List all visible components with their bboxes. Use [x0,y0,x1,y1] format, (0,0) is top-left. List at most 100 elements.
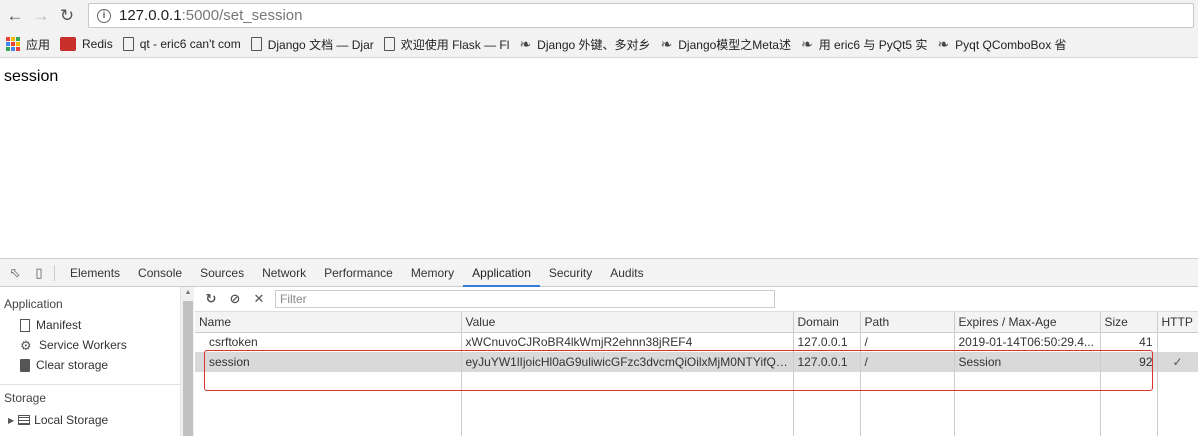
tab-performance[interactable]: Performance [315,259,402,287]
q-icon: ❧ [800,35,813,52]
bookmark-django-fk[interactable]: ❧ Django 外键、多对乡 [519,36,650,53]
bookmark-redis[interactable]: Redis [60,37,113,51]
table-icon [18,415,31,425]
sidebar-item-label: Manifest [36,318,82,332]
info-icon[interactable]: i [97,8,111,23]
sidebar-item-label: Local Storage [34,413,109,427]
sidebar-section-application: Application [4,297,63,311]
cell-size: 41 [1100,332,1158,352]
tab-security[interactable]: Security [540,259,601,287]
scroll-up-icon[interactable]: ▲ [181,287,195,299]
bookmark-label: 应用 [26,37,51,52]
cell-size: 92 [1100,352,1158,372]
scrollbar-thumb[interactable] [183,301,193,436]
table-row[interactable]: session eyJuYW1lIjoicHl0aG9uliwicGFzc3dv… [195,352,1198,372]
bookmark-django-meta[interactable]: ❧ Django模型之Meta述 [661,36,791,53]
expand-triangle-icon[interactable]: ▶ [8,416,14,425]
inspect-element-icon[interactable]: ⬁ [6,264,24,282]
sidebar-item-service-workers[interactable]: ⚙ Service Workers [0,335,180,355]
devtools-tabbar: ⬁ ▯ Elements Console Sources Network Per… [0,258,1198,287]
sidebar-item-manifest[interactable]: Manifest [0,315,180,335]
column-header-path[interactable]: Path [860,312,955,333]
column-header-size[interactable]: Size [1100,312,1158,333]
column-header-http[interactable]: HTTP [1157,312,1198,333]
cookies-pane: ↻ ⊘ ✕ Name Value Domain Path Expires / M… [195,287,1198,436]
doc-icon [383,37,395,51]
trash-icon [20,358,30,372]
tab-application[interactable]: Application [463,258,540,287]
delete-selected-icon[interactable]: ✕ [251,291,267,307]
bookmarks-bar: 应用 Redis qt - eric6 can't com Django 文档 … [0,31,1198,58]
doc-icon [250,37,262,51]
bookmark-label: Django模型之Meta述 [678,37,791,52]
address-bar[interactable]: i 127.0.0.1:5000/set_session [88,3,1194,28]
cell-name: csrftoken [195,332,462,352]
sidebar-item-label: Service Workers [39,338,127,352]
cell-expires: 2019-01-14T06:50:29.4... [954,332,1101,352]
address-path: :5000/set_session [181,7,303,24]
sidebar-item-label: Clear storage [36,358,109,372]
tab-separator [54,264,55,281]
refresh-icon[interactable]: ↻ [203,291,219,307]
device-toolbar-icon[interactable]: ▯ [30,264,48,282]
cell-http: ✓ [1157,352,1198,372]
cell-value: eyJuYW1lIjoicHl0aG9uliwicGFzc3dvcmQiOilx… [461,352,794,372]
address-host: 127.0.0.1 [119,7,182,24]
cell-value: xWCnuvoCJRoBR4lkWmjR2ehnn38jREF4 [461,332,794,352]
filter-input[interactable] [275,290,775,308]
bookmark-pyqt-combobox[interactable]: ❧ Pyqt QComboBox 省 [937,36,1066,53]
cookies-table: Name Value Domain Path Expires / Max-Age… [195,312,1198,436]
sidebar-item-clear-storage[interactable]: Clear storage [0,355,180,375]
q-icon: ❧ [937,35,950,52]
bookmark-qt[interactable]: qt - eric6 can't com [122,37,241,51]
table-row[interactable]: csrftoken xWCnuvoCJRoBR4lkWmjR2ehnn38jRE… [195,332,1198,352]
page-heading: session [4,68,59,85]
q-icon: ❧ [519,35,532,52]
bookmark-eric6-pyqt5[interactable]: ❧ 用 eric6 与 PyQt5 实 [801,36,927,53]
browser-toolbar: ← → ↻ i 127.0.0.1:5000/set_session [0,0,1198,31]
cookies-filter-bar: ↻ ⊘ ✕ [195,287,1198,312]
tab-sources[interactable]: Sources [191,259,253,287]
application-sidebar: Application Manifest ⚙ Service Workers C… [0,287,180,436]
cell-path: / [860,352,955,372]
arrow-right-icon[interactable]: → [30,5,52,27]
column-header-expires[interactable]: Expires / Max-Age [954,312,1101,333]
table-header-row: Name Value Domain Path Expires / Max-Age… [195,312,1198,333]
cell-path: / [860,332,955,352]
cell-domain: 127.0.0.1 [793,332,861,352]
column-header-name[interactable]: Name [195,312,462,333]
column-header-value[interactable]: Value [461,312,794,333]
bookmark-label: Django 外键、多对乡 [537,37,651,52]
bookmark-label: Pyqt QComboBox 省 [955,37,1067,52]
bookmark-django-docs[interactable]: Django 文档 — Djar [250,36,374,53]
cell-expires: Session [954,352,1101,372]
arrow-left-icon[interactable]: ← [4,5,26,27]
tab-elements[interactable]: Elements [61,259,129,287]
sidebar-section-storage: Storage [4,391,47,405]
sidebar-scrollbar[interactable]: ▲ [180,287,194,436]
file-icon [20,318,30,332]
gear-icon: ⚙ [20,337,32,353]
q-icon: ❧ [660,35,673,52]
bookmark-label: Redis [82,37,113,51]
devtools-panel: ⬁ ▯ Elements Console Sources Network Per… [0,258,1198,436]
tab-memory[interactable]: Memory [402,259,463,287]
devtools-body: Application Manifest ⚙ Service Workers C… [0,287,1198,436]
doc-icon [122,37,134,51]
tab-network[interactable]: Network [253,259,315,287]
tab-console[interactable]: Console [129,259,191,287]
tab-audits[interactable]: Audits [601,259,652,287]
bookmark-flask[interactable]: 欢迎使用 Flask — Fl [383,36,509,53]
cell-name: session [195,352,462,372]
bookmark-label: Django 文档 — Djar [267,37,374,52]
clear-all-icon[interactable]: ⊘ [227,291,243,307]
cell-domain: 127.0.0.1 [793,352,861,372]
redis-icon [60,37,77,51]
column-header-domain[interactable]: Domain [793,312,861,333]
reload-icon[interactable]: ↻ [56,5,78,27]
apps-icon [6,37,20,51]
bookmark-label: 用 eric6 与 PyQt5 实 [818,37,928,52]
bookmark-apps[interactable]: 应用 [0,36,50,53]
cell-http [1157,332,1198,352]
sidebar-item-local-storage[interactable]: ▶ Local Storage [0,411,180,429]
